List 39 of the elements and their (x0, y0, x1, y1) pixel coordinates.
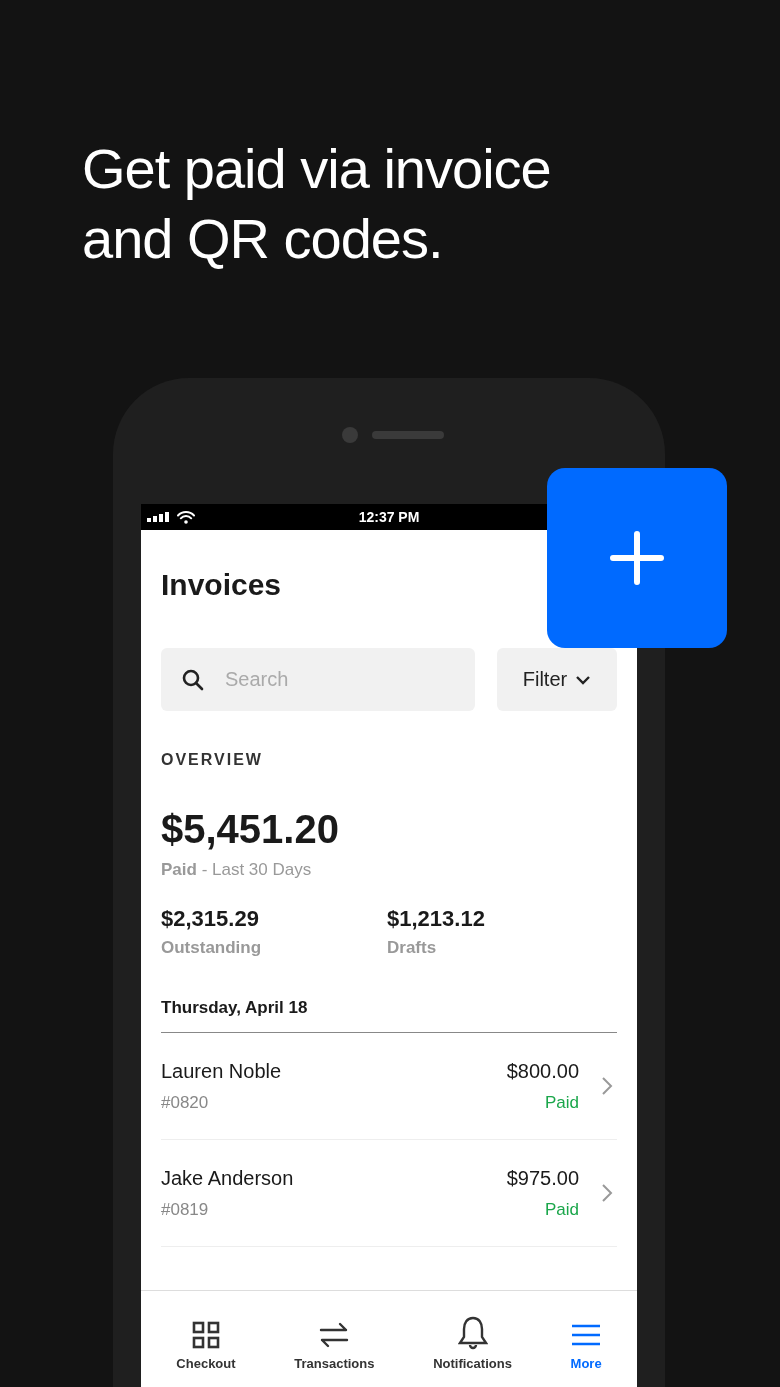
headline: Get paid via invoice and QR codes. (82, 136, 552, 272)
add-button[interactable] (547, 468, 727, 648)
page-title: Invoices (161, 568, 283, 603)
tab-button[interactable]: Notifications (429, 1301, 516, 1371)
chevron-icon (601, 1076, 613, 1096)
speaker-icon (372, 431, 444, 439)
bell-icon (457, 1316, 488, 1350)
tab-button[interactable]: More (566, 1301, 606, 1371)
invoice-amount: $800.00 (506, 1059, 579, 1083)
invoice-status: Paid (544, 1092, 579, 1113)
date-heading: Thursday, April 18 (161, 998, 617, 1033)
wifi-icon (177, 510, 195, 524)
total-amount: $5,451.20 (161, 807, 340, 852)
plus-icon (609, 530, 665, 586)
stat-label: Outstanding (161, 938, 263, 958)
signal-icon (147, 512, 169, 522)
stat-amount: $1,213.12 (387, 906, 486, 932)
grid-icon (190, 1320, 221, 1350)
tab-button[interactable]: Transactions (290, 1301, 379, 1371)
status-time: 12:37 PM (357, 509, 421, 525)
stat-amount: $2,315.29 (161, 906, 260, 932)
invoice-row[interactable]: Jake Anderson #0819 $975.00 Paid (161, 1140, 617, 1247)
stat-label: Drafts (387, 938, 438, 958)
invoice-status: Paid (544, 1199, 579, 1220)
chevron-icon (601, 1183, 613, 1203)
total-caption: Paid - Last 30 Days (161, 860, 313, 880)
caret-icon (575, 674, 592, 685)
customer-name: Jake Anderson (161, 1166, 295, 1190)
filter-button[interactable]: Filter (497, 648, 617, 711)
swap-arrows-icon (319, 1320, 350, 1350)
invoice-row[interactable]: Lauren Noble #0820 $800.00 Paid (161, 1033, 617, 1140)
invoice-amount: $975.00 (506, 1166, 579, 1190)
customer-name: Lauren Noble (161, 1059, 283, 1083)
invoice-number: #0819 (161, 1199, 210, 1220)
invoice-number: #0820 (161, 1092, 210, 1113)
section-heading: OVERVIEW (161, 751, 264, 769)
camera-icon (342, 427, 358, 443)
tab-button[interactable]: Checkout (172, 1301, 240, 1371)
search-field[interactable]: Search (161, 648, 475, 711)
